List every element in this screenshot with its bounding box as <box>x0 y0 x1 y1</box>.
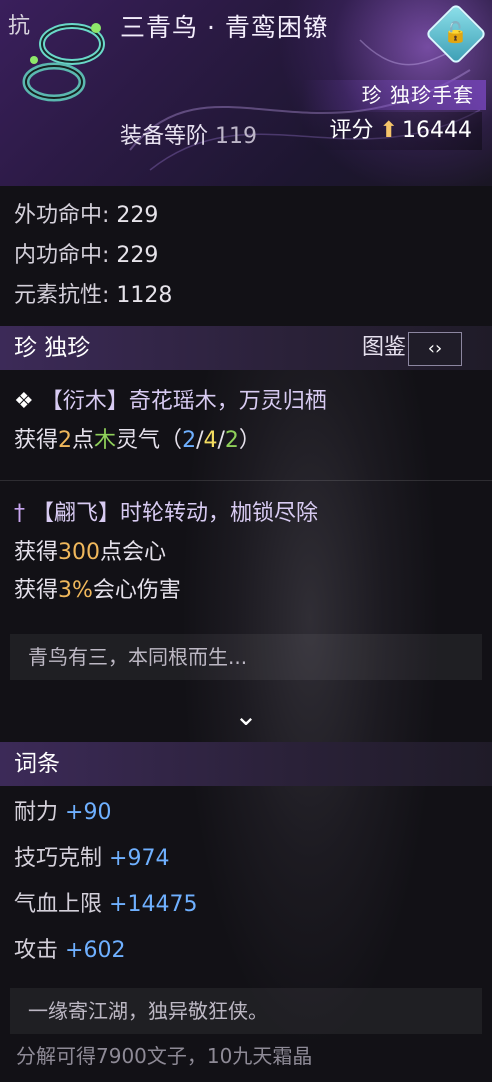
effect-2: † 【翩飞】时轮转动，枷锁尽除 获得300点会心 获得3%会心伤害 <box>0 494 492 610</box>
stat-row: 元素抗性: 1128 <box>14 283 173 308</box>
unlock-icon: 🔓 <box>443 20 468 44</box>
unique-title: 珍 独珍 <box>14 335 91 361</box>
effect-1: ❖ 【衍木】奇花瑶木，万灵归栖 获得2点木灵气（2/4/2） <box>0 382 492 460</box>
lore-text: 青鸟有三，本同根而生... <box>10 634 482 680</box>
affix-row: 气血上限 +14475 <box>14 892 198 917</box>
unique-header: 珍 独珍 图鉴 ‹› <box>0 326 492 370</box>
tujian-button[interactable]: ‹› <box>408 332 462 366</box>
chevron-down-icon[interactable]: ⌄ <box>226 700 266 732</box>
item-name: 三青鸟 · 青鸾困镣 <box>120 13 329 42</box>
affixes-header: 词条 <box>0 742 492 786</box>
divider <box>0 480 492 481</box>
affix-row: 技巧克制 +974 <box>14 846 170 871</box>
rarity-tag: 珍 独珍手套 <box>301 80 486 110</box>
dagger-icon: † <box>14 501 25 526</box>
arrow-up-icon: ⬆ <box>379 118 398 143</box>
affix-lore-text: 一缘寄江湖，独异敬狂侠。 <box>10 988 482 1034</box>
tujian-label: 图鉴 <box>361 335 406 360</box>
affix-row: 攻击 +602 <box>14 938 126 963</box>
stat-row: 外功命中: 229 <box>14 203 159 228</box>
effect-line: 获得3%会心伤害 <box>14 578 181 603</box>
affix-list: 耐力 +90 技巧克制 +974 气血上限 +14475 攻击 +602 <box>0 790 492 974</box>
level-row: 装备等阶 119 <box>120 118 257 150</box>
effect-line: 获得2点木灵气（2/4/2） <box>14 428 261 453</box>
effect-title: † 【翩飞】时轮转动，枷锁尽除 <box>14 501 319 526</box>
wood-element-icon: ❖ <box>14 389 34 414</box>
affixes-title: 词条 <box>14 751 60 777</box>
level-label: 装备等阶 <box>120 124 209 149</box>
score-label: 评分 <box>329 118 374 143</box>
level-value: 119 <box>215 124 258 149</box>
score-value: 16444 <box>402 118 472 143</box>
score-row: 评分 ⬆ 16444 <box>289 112 482 150</box>
effect-title: ❖ 【衍木】奇花瑶木，万灵归栖 <box>14 389 327 414</box>
item-header: 抗 三青鸟 · 青鸾困镣 🔓 珍 独珍手套 装备等阶 119 评分 ⬆ 16444 <box>0 0 492 186</box>
disassemble-info: 分解可得7900文子，10九天霜晶 <box>16 1044 313 1068</box>
bracelet-gauntlet-icon <box>22 23 105 102</box>
chevron-right-icon: ‹› <box>427 338 443 359</box>
base-stats: 外功命中: 229 内功命中: 229 元素抗性: 1128 <box>0 196 492 316</box>
effect-line: 获得300点会心 <box>14 540 167 565</box>
affix-row: 耐力 +90 <box>14 800 112 825</box>
stat-row: 内功命中: 229 <box>14 243 159 268</box>
